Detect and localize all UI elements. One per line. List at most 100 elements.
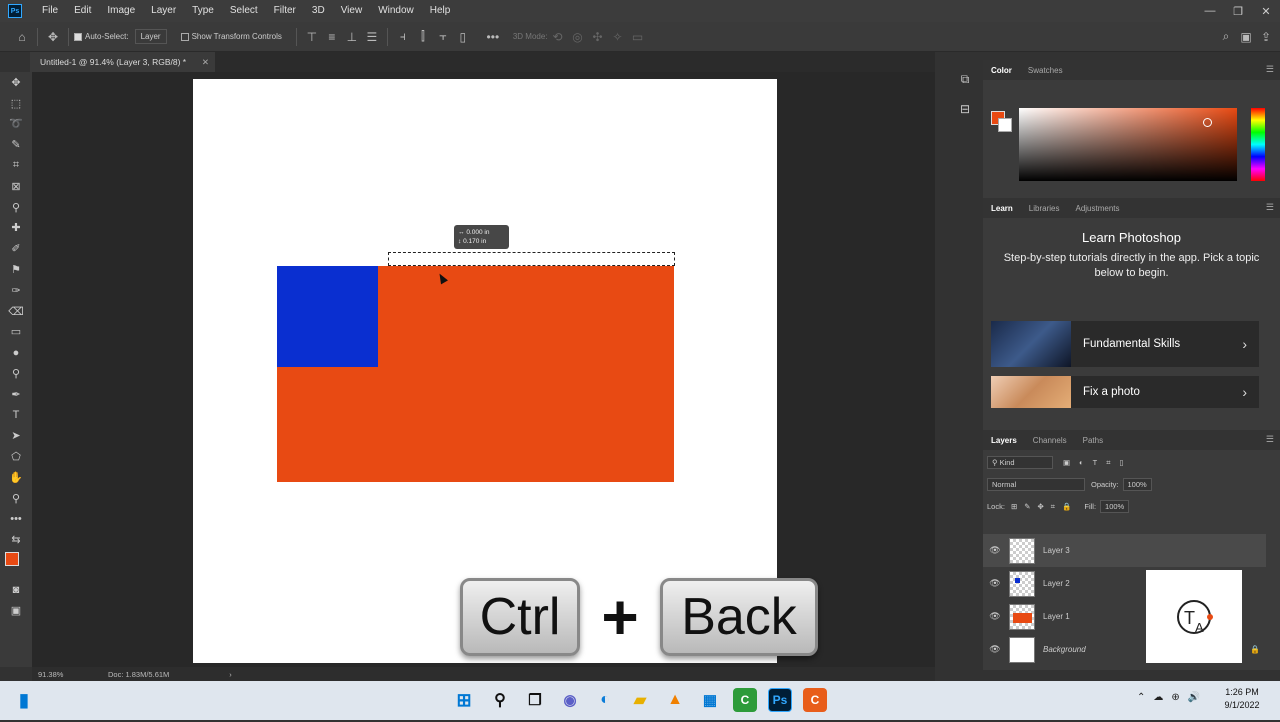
shape-tool-icon[interactable]: ⬠ bbox=[0, 446, 32, 467]
file-explorer-icon[interactable]: ▰ bbox=[628, 688, 652, 712]
tab-libraries[interactable]: Libraries bbox=[1021, 204, 1068, 213]
tab-adjustments[interactable]: Adjustments bbox=[1067, 204, 1127, 213]
selection-marquee[interactable] bbox=[388, 252, 675, 266]
lasso-tool-icon[interactable]: ➰ bbox=[0, 114, 32, 135]
type-tool-icon[interactable]: T bbox=[0, 405, 32, 426]
background-swatch[interactable] bbox=[998, 118, 1012, 132]
learn-card-fix-photo[interactable]: Fix a photo › bbox=[991, 376, 1259, 408]
align-vcenter-icon[interactable]: ≡ bbox=[322, 27, 342, 47]
history-panel-icon[interactable]: ⧉ bbox=[950, 64, 980, 94]
eye-icon[interactable]: 👁 bbox=[983, 611, 1007, 622]
minimize-icon[interactable]: — bbox=[1196, 0, 1224, 22]
align-hcenter-icon[interactable]: ⫿ bbox=[413, 27, 433, 47]
menu-edit[interactable]: Edit bbox=[66, 0, 99, 22]
menu-image[interactable]: Image bbox=[99, 0, 143, 22]
search-icon[interactable]: ⚲ bbox=[488, 688, 512, 712]
status-arrow-icon[interactable]: › bbox=[229, 670, 232, 679]
learn-card-fundamental[interactable]: Fundamental Skills › bbox=[991, 321, 1259, 367]
more-options-icon[interactable]: ••• bbox=[483, 27, 503, 47]
layer-name[interactable]: Layer 2 bbox=[1043, 579, 1070, 588]
menu-filter[interactable]: Filter bbox=[266, 0, 304, 22]
photoshop-taskbar-icon[interactable]: Ps bbox=[768, 688, 792, 712]
eye-icon[interactable]: 👁 bbox=[983, 644, 1007, 655]
document-tab[interactable]: Untitled-1 @ 91.4% (Layer 3, RGB/8) * ✕ bbox=[30, 52, 215, 72]
move-tool-icon[interactable]: ✥ bbox=[0, 72, 32, 93]
color-swatches[interactable] bbox=[0, 550, 32, 574]
edge-browser-icon[interactable]: ◐ bbox=[593, 688, 617, 712]
auto-select-checkbox[interactable] bbox=[74, 32, 82, 41]
eraser-tool-icon[interactable]: ⌫ bbox=[0, 301, 32, 322]
vlc-icon[interactable]: ▲ bbox=[663, 688, 687, 712]
align-top-icon[interactable]: ⊤ bbox=[302, 27, 322, 47]
eye-icon[interactable]: 👁 bbox=[983, 545, 1007, 556]
align-right-icon[interactable]: ⫟ bbox=[433, 27, 453, 47]
kind-filter-dropdown[interactable]: ⚲ Kind bbox=[987, 456, 1053, 469]
search-icon[interactable]: ⌕ bbox=[1216, 27, 1236, 47]
blur-tool-icon[interactable]: ● bbox=[0, 342, 32, 363]
brush-tool-icon[interactable]: ✐ bbox=[0, 238, 32, 259]
layer-name[interactable]: Layer 3 bbox=[1043, 546, 1070, 555]
task-view-icon[interactable]: ❐ bbox=[523, 688, 547, 712]
panel-menu-icon[interactable]: ☰ bbox=[1266, 434, 1274, 445]
filter-icons[interactable]: ▣◐T⌗▯ bbox=[1063, 458, 1133, 468]
tab-channels[interactable]: Channels bbox=[1025, 436, 1075, 445]
menu-select[interactable]: Select bbox=[222, 0, 266, 22]
tab-swatches[interactable]: Swatches bbox=[1020, 66, 1071, 75]
camtasia-icon[interactable]: C bbox=[733, 688, 757, 712]
store-icon[interactable]: ▦ bbox=[698, 688, 722, 712]
menu-file[interactable]: File bbox=[34, 0, 66, 22]
healing-tool-icon[interactable]: ✚ bbox=[0, 218, 32, 239]
close-tab-icon[interactable]: ✕ bbox=[202, 57, 209, 68]
desktop-icon[interactable]: ▮ bbox=[12, 688, 36, 712]
fill-input[interactable]: 100% bbox=[1100, 500, 1130, 513]
layer-name[interactable]: Background bbox=[1043, 645, 1086, 654]
menu-layer[interactable]: Layer bbox=[143, 0, 184, 22]
share-icon[interactable]: ⇪ bbox=[1256, 27, 1276, 47]
swap-colors-icon[interactable]: ⇆ bbox=[0, 530, 32, 551]
eye-icon[interactable]: 👁 bbox=[983, 578, 1007, 589]
workspace-icon[interactable]: ▣ bbox=[1236, 27, 1256, 47]
menu-window[interactable]: Window bbox=[370, 0, 422, 22]
dodge-tool-icon[interactable]: ⚲ bbox=[0, 363, 32, 384]
restore-icon[interactable]: ❐ bbox=[1224, 0, 1252, 22]
properties-panel-icon[interactable]: ⊟ bbox=[950, 94, 980, 124]
stamp-tool-icon[interactable]: ⚑ bbox=[0, 259, 32, 280]
tab-layers[interactable]: Layers bbox=[983, 436, 1025, 445]
screen-mode-icon[interactable]: ▣ bbox=[0, 600, 32, 621]
hand-tool-icon[interactable]: ✋ bbox=[0, 467, 32, 488]
menu-view[interactable]: View bbox=[333, 0, 371, 22]
gradient-tool-icon[interactable]: ▭ bbox=[0, 322, 32, 343]
more-tools-icon[interactable]: ••• bbox=[0, 509, 32, 530]
auto-select-dropdown[interactable]: Layer bbox=[134, 29, 167, 44]
frame-tool-icon[interactable]: ⊠ bbox=[0, 176, 32, 197]
panel-menu-icon[interactable]: ☰ bbox=[1266, 202, 1274, 213]
teams-chat-icon[interactable]: ◉ bbox=[558, 688, 582, 712]
menu-help[interactable]: Help bbox=[422, 0, 459, 22]
distribute-h-icon[interactable]: ▯ bbox=[453, 27, 473, 47]
zoom-level[interactable]: 91.38% bbox=[38, 670, 98, 679]
layer-row-layer3[interactable]: 👁 Layer 3 bbox=[983, 534, 1266, 567]
layer-name[interactable]: Layer 1 bbox=[1043, 612, 1070, 621]
marquee-tool-icon[interactable]: ⬚ bbox=[0, 93, 32, 114]
panel-menu-icon[interactable]: ☰ bbox=[1266, 64, 1274, 75]
tab-paths[interactable]: Paths bbox=[1075, 436, 1111, 445]
align-left-icon[interactable]: ⫞ bbox=[393, 27, 413, 47]
foreground-color-icon[interactable] bbox=[5, 552, 19, 567]
hue-slider[interactable] bbox=[1251, 108, 1265, 181]
quick-mask-icon[interactable]: ◙ bbox=[0, 579, 32, 600]
transform-controls-checkbox[interactable] bbox=[180, 32, 189, 41]
quick-select-tool-icon[interactable]: ✎ bbox=[0, 134, 32, 155]
opacity-input[interactable]: 100% bbox=[1122, 478, 1152, 491]
home-icon[interactable]: ⌂ bbox=[12, 27, 32, 47]
align-bottom-icon[interactable]: ⊥ bbox=[342, 27, 362, 47]
eyedropper-tool-icon[interactable]: ⚲ bbox=[0, 197, 32, 218]
menu-3d[interactable]: 3D bbox=[304, 0, 333, 22]
color-picker-field[interactable] bbox=[1019, 108, 1237, 181]
blue-square-layer[interactable] bbox=[277, 266, 378, 367]
path-select-tool-icon[interactable]: ➤ bbox=[0, 426, 32, 447]
history-brush-icon[interactable]: ✑ bbox=[0, 280, 32, 301]
zoom-tool-icon[interactable]: ⚲ bbox=[0, 488, 32, 509]
clock[interactable]: 1:26 PM 9/1/2022 bbox=[1212, 686, 1272, 712]
camtasia-recorder-icon[interactable]: C bbox=[803, 688, 827, 712]
blend-mode-dropdown[interactable]: Normal bbox=[987, 478, 1085, 491]
